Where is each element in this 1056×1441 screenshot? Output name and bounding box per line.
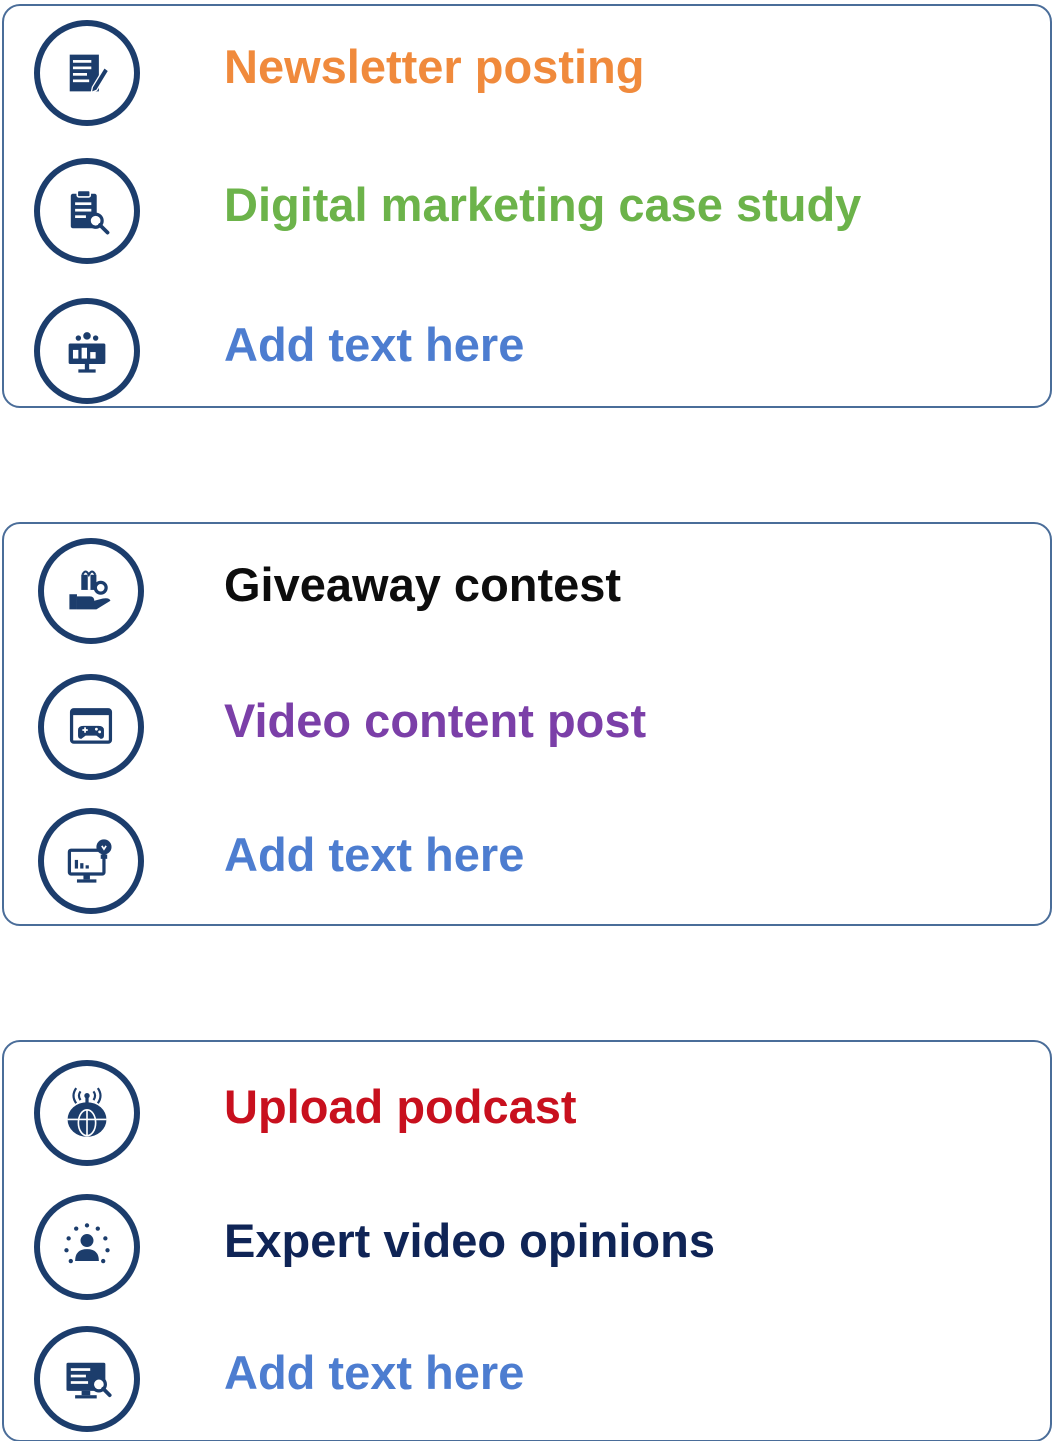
group-1: Newsletter posting Digital marketing cas… xyxy=(2,4,1052,408)
item-label: Upload podcast xyxy=(224,1080,577,1133)
item-label: Digital marketing case study xyxy=(224,178,862,231)
item-label: Newsletter posting xyxy=(224,40,645,93)
list-item[interactable]: Add text here xyxy=(4,806,1050,916)
giveaway-icon xyxy=(38,538,144,644)
item-label: Add text here xyxy=(224,1346,525,1399)
list-item[interactable]: Upload podcast xyxy=(4,1058,1050,1168)
list-item[interactable]: Giveaway contest xyxy=(4,536,1050,646)
list-item[interactable]: Add text here xyxy=(4,296,1050,406)
list-item[interactable]: Video content post xyxy=(4,672,1050,782)
group-2: Giveaway contest Video content post Add … xyxy=(2,522,1052,926)
expert-network-icon xyxy=(34,1194,140,1300)
presentation-icon xyxy=(34,298,140,404)
list-item[interactable]: Digital marketing case study xyxy=(4,156,1050,266)
item-label: Add text here xyxy=(224,318,525,371)
video-game-icon xyxy=(38,674,144,780)
list-item[interactable]: Newsletter posting xyxy=(4,18,1050,128)
list-item[interactable]: Expert video opinions xyxy=(4,1192,1050,1302)
item-label: Video content post xyxy=(224,694,647,747)
item-label: Expert video opinions xyxy=(224,1214,715,1267)
monitor-idea-icon xyxy=(38,808,144,914)
case-study-icon xyxy=(34,158,140,264)
item-label: Add text here xyxy=(224,828,525,881)
item-label: Giveaway contest xyxy=(224,558,622,611)
tiles-container: Newsletter posting Digital marketing cas… xyxy=(0,0,1056,1441)
podcast-globe-icon xyxy=(34,1060,140,1166)
group-3: Upload podcast Expert video opinions Add… xyxy=(2,1040,1052,1441)
list-item[interactable]: Add text here xyxy=(4,1324,1050,1434)
newsletter-icon xyxy=(34,20,140,126)
screen-search-icon xyxy=(34,1326,140,1432)
